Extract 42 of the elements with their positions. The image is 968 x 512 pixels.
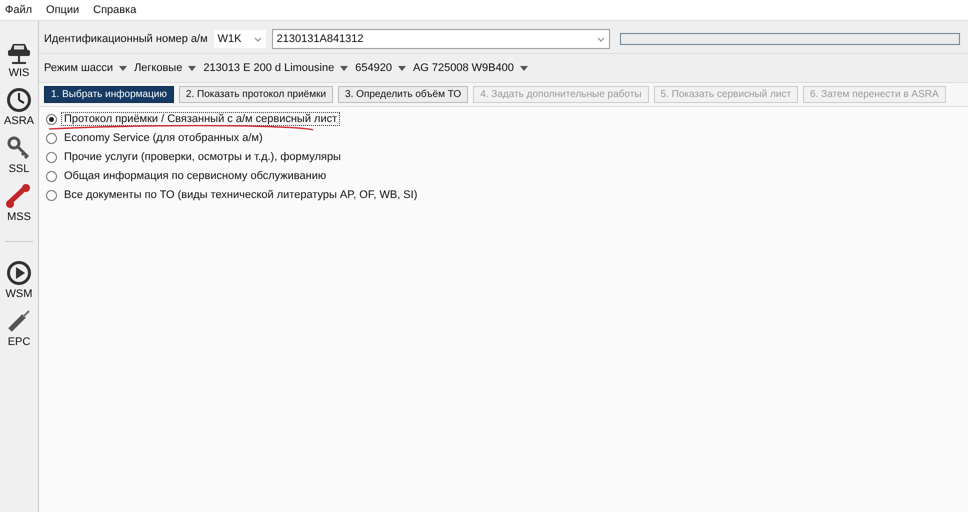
chevron-icon xyxy=(596,36,605,42)
spark-plug-icon xyxy=(6,308,32,334)
step-tab[interactable]: 1. Выбрать информацию xyxy=(44,86,174,103)
dropdown-arrow-icon xyxy=(119,66,128,70)
option-label[interactable]: Протокол приёмки / Связанный с а/м сервисный лист xyxy=(61,112,340,126)
dropdown-arrow-icon xyxy=(188,66,196,70)
sidebar-tool[interactable]: SSL xyxy=(1,135,37,175)
clock-icon xyxy=(6,87,32,113)
chassis-dropdown[interactable]: Легковые xyxy=(134,62,196,74)
sidebar-tool[interactable]: EPC xyxy=(1,308,37,348)
radio-button[interactable] xyxy=(46,190,57,200)
play-icon xyxy=(6,260,32,286)
chassis-dropdown[interactable]: Режим шасси xyxy=(44,62,128,74)
option-label[interactable]: Прочие услуги (проверки, осмотры и т.д.), формуляры xyxy=(61,150,344,164)
dropdown-arrow-icon xyxy=(340,66,348,70)
field-label: Идентификационный номер а/м xyxy=(44,33,208,45)
sidebar-tool[interactable]: ASRA xyxy=(1,87,37,127)
sidebar-tool[interactable]: MSS xyxy=(1,183,37,223)
wrench-icon xyxy=(6,183,32,209)
step-tab[interactable]: 2. Показать протокол приёмки xyxy=(178,86,334,103)
prefix-dropdown[interactable]: W1K xyxy=(214,30,266,48)
dropdown-arrow-icon xyxy=(398,66,406,70)
chassis-dropdown[interactable]: AG 725008 W9B400 xyxy=(412,62,528,74)
chevron-icon xyxy=(254,36,262,42)
menu-item[interactable]: Опции xyxy=(46,4,80,16)
menu-item[interactable]: Справка xyxy=(93,4,136,16)
key-icon xyxy=(6,135,32,161)
option-label[interactable]: Общая информация по сервисному обслуживанию xyxy=(61,169,330,183)
option-label[interactable]: Economy Service (для отобранных а/м) xyxy=(61,131,266,145)
menu-item[interactable]: Файл xyxy=(5,4,32,16)
dropdown-arrow-icon xyxy=(520,66,528,70)
step-tab[interactable]: 3. Определить объём ТО xyxy=(338,86,468,103)
radio-button[interactable] xyxy=(46,114,57,124)
chassis-dropdown[interactable]: 654920 xyxy=(355,62,406,74)
option-label[interactable]: Все документы по ТО (виды технической литературы AP, OF, WB, SI) xyxy=(61,188,420,202)
radio-button[interactable] xyxy=(46,170,57,182)
vin-field[interactable]: 2130131A841312 xyxy=(272,29,610,49)
chassis-dropdown[interactable]: 213013 E 200 d Limousine xyxy=(203,62,348,74)
radio-button[interactable] xyxy=(46,152,57,162)
sidebar-tool[interactable]: WIS xyxy=(1,39,37,79)
radio-button[interactable] xyxy=(46,132,57,144)
sidebar-tool[interactable]: WSM xyxy=(1,260,37,300)
